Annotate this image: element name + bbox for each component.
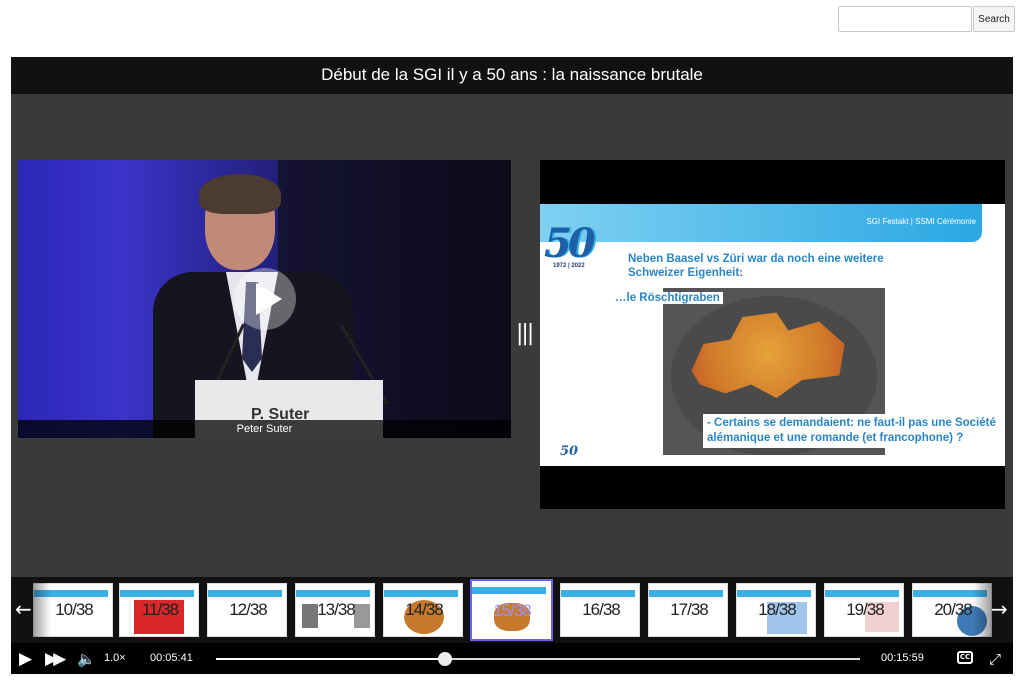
video-panel[interactable]: P. Suter Peter Suter (18, 160, 511, 438)
thumb-label: 19/38 (846, 600, 885, 619)
playback-controls: ▶ ▶▶ 🔈 1.0× 00:05:41 00:15:59 CC ⤢ (11, 643, 1013, 674)
slide-thumbnail[interactable]: 14/38 (383, 583, 463, 637)
thumb-header (296, 590, 370, 597)
thumb-label: 17/38 (670, 600, 709, 619)
presentation-player: Début de la SGI il y a 50 ans : la naiss… (11, 57, 1013, 674)
slide-thumbnail[interactable]: 12/38 (207, 583, 287, 637)
thumb-header (825, 590, 899, 597)
thumb-header (737, 590, 811, 597)
slide-thumbnail-active[interactable]: 15/38 (470, 579, 553, 641)
video-play-icon[interactable] (234, 268, 296, 330)
fast-forward-icon[interactable]: ▶▶ (45, 643, 66, 674)
slide-thumbnail-strip: 10/38 11/38 12/38 13/38 14/38 15/38 16/3… (11, 577, 1013, 643)
thumb-label: 16/38 (582, 600, 621, 619)
slide-text-line1: Neben Baasel vs Züri war da noch eine we… (628, 253, 884, 279)
seek-knob[interactable] (438, 652, 453, 666)
thumb-header (561, 590, 635, 597)
slide-thumbnail[interactable]: 17/38 (648, 583, 728, 637)
total-time: 00:15:59 (881, 652, 924, 664)
slide-thumbnail[interactable]: 19/38 (824, 583, 904, 637)
seek-bar-fill (216, 658, 446, 660)
thumb-label: 12/38 (229, 600, 268, 619)
search-bar: Search (838, 6, 1015, 32)
slide-thumbnail[interactable]: 18/38 (736, 583, 816, 637)
fullscreen-icon[interactable]: ⤢ (989, 643, 1001, 674)
speaker-caption: Peter Suter (18, 420, 511, 438)
thumb-header (120, 590, 194, 597)
thumb-header (649, 590, 723, 597)
anniversary-logo: 50 (544, 220, 596, 267)
arrow-right-icon[interactable]: → (991, 597, 1008, 621)
search-input[interactable] (838, 6, 972, 32)
presentation-title: Début de la SGI il y a 50 ans : la naiss… (11, 57, 1013, 94)
panel-resize-handle-icon[interactable]: ||| (516, 321, 534, 346)
thumb-label: 13/38 (317, 600, 356, 619)
play-icon[interactable]: ▶ (19, 643, 32, 674)
volume-icon[interactable]: 🔈 (77, 643, 96, 674)
thumb-label: 11/38 (141, 600, 179, 619)
speaker-hair (199, 174, 281, 214)
logo-years: 1972 | 2022 (553, 263, 585, 269)
slide-thumbnail[interactable]: 16/38 (560, 583, 640, 637)
slide-header-bar: SGI Festakt | SSMI Cérémonie (540, 204, 982, 242)
footer-logo: 50 (560, 444, 579, 459)
thumb-label: 15/38 (493, 601, 532, 620)
thumb-header (472, 587, 546, 594)
current-time: 00:05:41 (150, 652, 193, 664)
search-button[interactable]: Search (973, 6, 1015, 32)
thumb-header (384, 590, 458, 597)
slide-thumbnail[interactable]: 13/38 (295, 583, 375, 637)
thumb-label: 14/38 (405, 600, 444, 619)
playback-speed[interactable]: 1.0× (104, 652, 126, 664)
thumb-label: 18/38 (758, 600, 797, 619)
slide-text-line3: - Certains se demandaient: ne faut-il pa… (703, 414, 1003, 448)
slide-header-text: SGI Festakt | SSMI Cérémonie (866, 217, 976, 226)
current-slide: SGI Festakt | SSMI Cérémonie 50 1972 | 2… (540, 204, 1005, 466)
slide-text-line2: …le Röschtigraben (612, 292, 723, 304)
seek-bar[interactable] (216, 652, 860, 666)
closed-captions-icon[interactable]: CC (957, 651, 973, 664)
slide-panel: SGI Festakt | SSMI Cérémonie 50 1972 | 2… (540, 160, 1005, 509)
slide-thumbnail[interactable]: 11/38 (119, 583, 199, 637)
arrow-left-icon[interactable]: ← (15, 597, 32, 621)
thumb-header (208, 590, 282, 597)
